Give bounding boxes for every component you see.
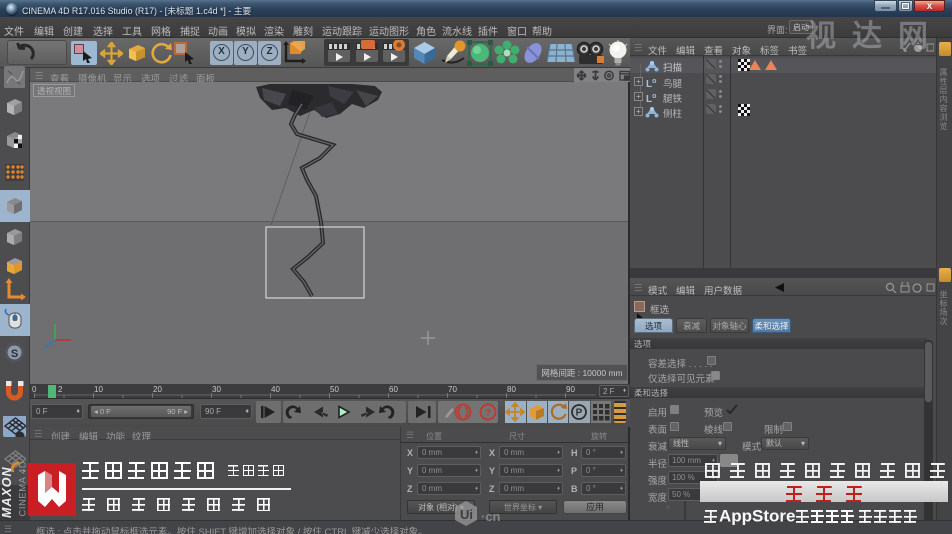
svg-text:2: 2 — [58, 385, 63, 394]
svg-text:90: 90 — [566, 385, 575, 394]
svg-text:30: 30 — [212, 385, 221, 394]
svg-text:Ui: Ui — [460, 507, 473, 522]
svg-text:S: S — [11, 348, 18, 360]
svg-text:10: 10 — [94, 385, 103, 394]
svg-text:·cn: ·cn — [481, 509, 501, 524]
svg-text:80: 80 — [507, 385, 516, 394]
svg-text:20: 20 — [153, 385, 162, 394]
svg-text:0: 0 — [32, 385, 37, 394]
svg-text:60: 60 — [389, 385, 398, 394]
svg-text:50: 50 — [330, 385, 339, 394]
svg-text:?: ? — [485, 408, 491, 419]
svg-text:P: P — [576, 408, 583, 419]
svg-text:40: 40 — [271, 385, 280, 394]
svg-text:70: 70 — [448, 385, 457, 394]
